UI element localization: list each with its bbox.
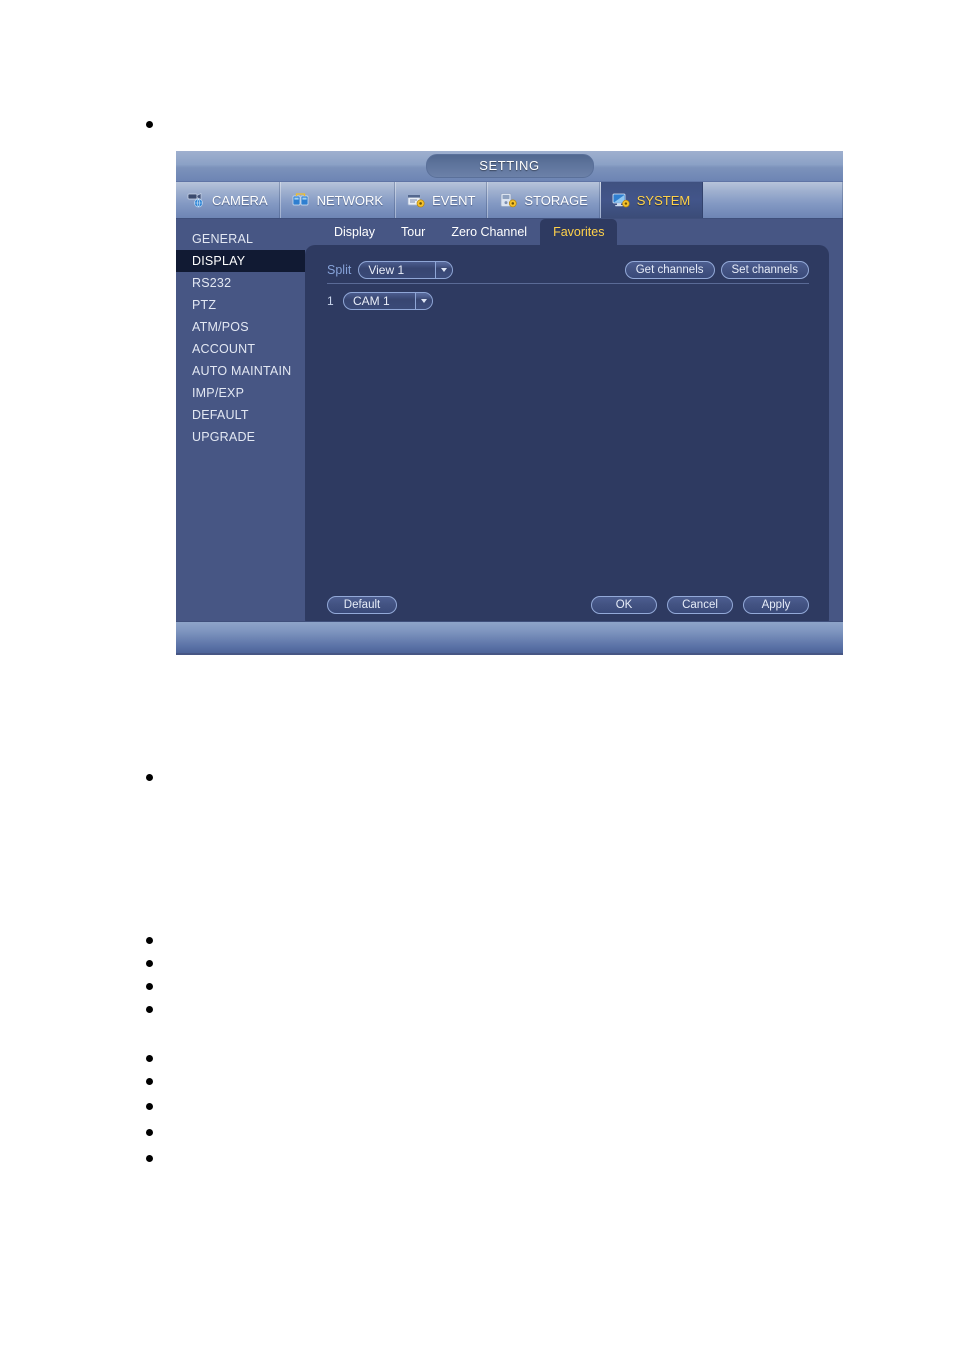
bullet-point [146, 774, 153, 781]
bullet-point [146, 983, 153, 990]
bullet-point [146, 960, 153, 967]
bullet-point [146, 937, 153, 944]
tab-zero-channel[interactable]: Zero Channel [438, 219, 540, 245]
ok-button[interactable]: OK [591, 596, 657, 614]
panel-footer: Default OK Cancel Apply [327, 595, 809, 615]
footer-action-group: OK Cancel Apply [591, 596, 809, 614]
network-icon [291, 191, 311, 209]
camera-dropdown[interactable]: CAM 1 [343, 292, 433, 310]
event-icon [406, 191, 426, 209]
sidebar-item-auto-maintain[interactable]: AUTO MAINTAIN [176, 360, 305, 382]
bullet-point [146, 1055, 153, 1062]
chevron-down-icon[interactable] [435, 262, 453, 278]
main-tab-network[interactable]: NETWORK [281, 182, 397, 218]
bullet-point [146, 121, 153, 128]
system-icon [611, 191, 631, 209]
main-tab-label: EVENT [432, 192, 476, 208]
sidebar-item-upgrade[interactable]: UPGRADE [176, 426, 305, 448]
sidebar-item-general[interactable]: GENERAL [176, 228, 305, 250]
bullet-point [146, 1078, 153, 1085]
sidebar-item-default[interactable]: DEFAULT [176, 404, 305, 426]
dialog-title: SETTING [425, 154, 594, 178]
bullet-point [146, 1006, 153, 1013]
sidebar-item-atm-pos[interactable]: ATM/POS [176, 316, 305, 338]
setting-dialog: SETTING CAMERA NETWORK EVENT STORAGE SYSTEM … [176, 151, 843, 655]
chevron-down-icon[interactable] [415, 293, 432, 309]
split-row: Split View 1 Get channels Set channels [327, 259, 809, 281]
camera-icon [186, 191, 206, 209]
panel-divider [327, 283, 809, 284]
main-tab-bar-filler [703, 182, 843, 218]
main-tab-label: CAMERA [212, 192, 268, 208]
bullet-point [146, 1103, 153, 1110]
get-channels-button[interactable]: Get channels [624, 261, 715, 279]
sidebar-item-ptz[interactable]: PTZ [176, 294, 305, 316]
dialog-bottom-strip [176, 621, 843, 653]
default-button[interactable]: Default [327, 596, 397, 614]
cancel-button[interactable]: Cancel [667, 596, 733, 614]
main-tab-camera[interactable]: CAMERA [176, 182, 281, 218]
favorites-panel: Split View 1 Get channels Set channels 1… [305, 245, 829, 629]
display-tab-strip: Display Tour Zero Channel Favorites [305, 219, 843, 245]
split-dropdown[interactable]: View 1 [358, 261, 454, 279]
channel-number: 1 [327, 294, 334, 308]
tab-favorites[interactable]: Favorites [540, 219, 618, 245]
channel-buttons-group: Get channels Set channels [624, 261, 809, 279]
main-tab-storage[interactable]: STORAGE [488, 182, 601, 218]
split-label: Split [327, 263, 352, 277]
apply-button[interactable]: Apply [743, 596, 809, 614]
tab-display[interactable]: Display [321, 219, 388, 245]
bullet-point [146, 1155, 153, 1162]
tab-tour[interactable]: Tour [388, 219, 438, 245]
dialog-titlebar: SETTING [176, 151, 843, 182]
sidebar-item-rs232[interactable]: RS232 [176, 272, 305, 294]
sidebar-item-account[interactable]: ACCOUNT [176, 338, 305, 360]
main-tab-label: NETWORK [316, 192, 384, 208]
sidebar-item-display[interactable]: DISPLAY [176, 250, 305, 272]
main-tab-bar: CAMERA NETWORK EVENT STORAGE SYSTEM [176, 182, 843, 219]
main-tab-label: STORAGE [524, 192, 588, 208]
sidebar-item-imp-exp[interactable]: IMP/EXP [176, 382, 305, 404]
split-dropdown-value: View 1 [368, 263, 405, 277]
camera-dropdown-value: CAM 1 [353, 294, 390, 308]
channel-row: 1 CAM 1 [327, 292, 433, 310]
main-tab-system[interactable]: SYSTEM [600, 182, 704, 218]
bullet-point [146, 1129, 153, 1136]
settings-sidebar: GENERAL DISPLAY RS232 PTZ ATM/POS ACCOUNT AUTO… [176, 219, 305, 448]
storage-icon [498, 191, 518, 209]
main-tab-event[interactable]: EVENT [396, 182, 489, 218]
set-channels-button[interactable]: Set channels [720, 261, 809, 279]
main-tab-label: SYSTEM [636, 192, 691, 208]
dialog-body: GENERAL DISPLAY RS232 PTZ ATM/POS ACCOUNT AUTO… [176, 219, 843, 655]
